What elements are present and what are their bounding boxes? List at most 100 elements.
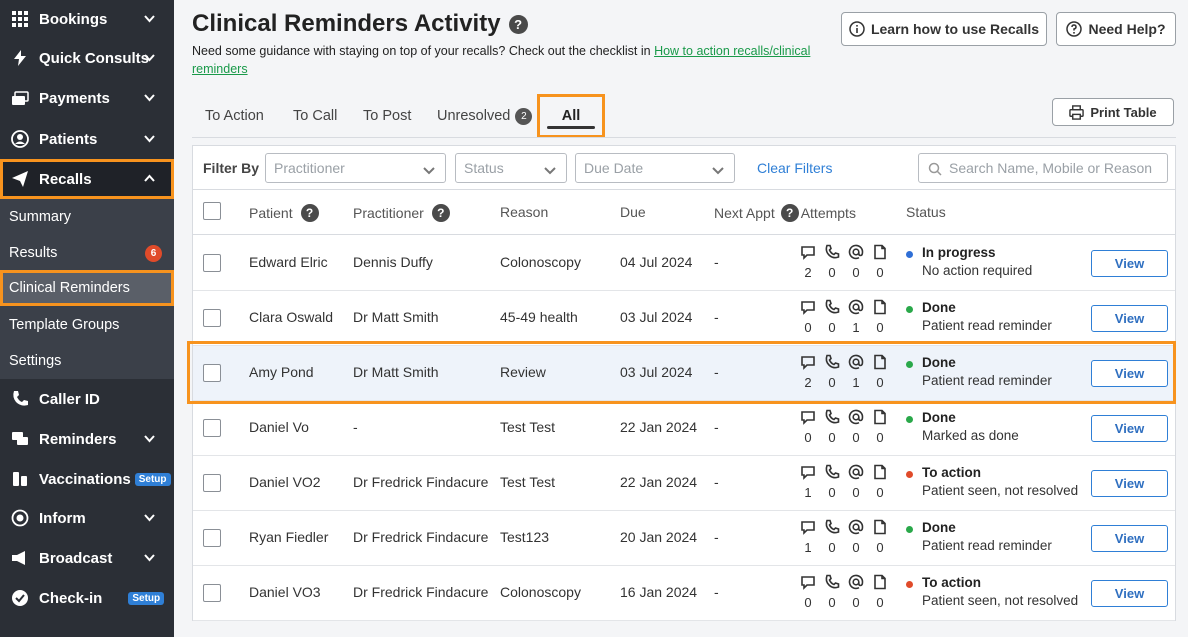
status-dot xyxy=(906,251,913,258)
vaccine-icon xyxy=(10,469,30,489)
nav-check-in[interactable]: Check-in Setup xyxy=(0,578,174,618)
attempt-count: 0 xyxy=(876,375,884,390)
patient-name[interactable]: Daniel Vo xyxy=(249,419,309,435)
status-dot xyxy=(906,471,913,478)
clear-filters-link[interactable]: Clear Filters xyxy=(757,160,832,176)
sub-item-label: Summary xyxy=(9,209,72,225)
attempt-count: 0 xyxy=(828,320,836,335)
sub-item-summary[interactable]: Summary xyxy=(0,199,174,235)
nav-bookings[interactable]: Bookings xyxy=(0,0,174,39)
nav-quick-consults[interactable]: Quick Consults xyxy=(0,38,174,78)
chevron-down-icon xyxy=(143,12,156,25)
nav-caller-id[interactable]: Caller ID xyxy=(0,379,174,419)
col-patient[interactable]: Patient? xyxy=(249,204,319,222)
row-checkbox[interactable] xyxy=(203,364,221,382)
sub-item-template-groups[interactable]: Template Groups xyxy=(0,307,174,343)
nav-broadcast[interactable]: Broadcast xyxy=(0,538,174,578)
table-row[interactable]: Edward Elric Dennis Duffy Colonoscopy 04 Ju… xyxy=(193,236,1175,291)
tab-unresolved[interactable]: Unresolved 2 xyxy=(437,94,533,138)
help-icon[interactable]: ? xyxy=(431,204,450,222)
table-row[interactable]: Clara Oswald Dr Matt Smith 45-49 health 03 … xyxy=(193,291,1175,346)
row-checkbox[interactable] xyxy=(203,309,221,327)
email-at-icon xyxy=(848,244,864,260)
help-icon[interactable]: ? xyxy=(508,14,528,34)
tab-label: To Call xyxy=(293,108,338,124)
col-due[interactable]: Due xyxy=(620,204,646,220)
sub-item-results[interactable]: Results 6 xyxy=(0,235,174,271)
print-table-button[interactable]: Print Table xyxy=(1052,98,1174,126)
status-label: Done xyxy=(922,300,956,315)
status-select[interactable]: Status xyxy=(455,153,567,183)
table-row[interactable]: Daniel VO3 Dr Fredrick Findacure Colonosco… xyxy=(193,566,1175,621)
active-tab-indicator xyxy=(547,126,595,129)
view-button[interactable]: View xyxy=(1091,525,1168,552)
nav-recalls[interactable]: Recalls xyxy=(0,159,174,199)
reason: Test Test xyxy=(500,419,555,435)
reason: Review xyxy=(500,364,546,380)
patient-name[interactable]: Amy Pond xyxy=(249,364,314,380)
phone-icon xyxy=(824,574,840,590)
row-checkbox[interactable] xyxy=(203,584,221,602)
sub-item-settings[interactable]: Settings xyxy=(0,343,174,379)
patient-name[interactable]: Daniel VO3 xyxy=(249,584,321,600)
nav-inform[interactable]: Inform xyxy=(0,498,174,538)
row-checkbox[interactable] xyxy=(203,529,221,547)
view-button[interactable]: View xyxy=(1091,250,1168,277)
chevron-down-icon xyxy=(544,163,556,175)
next-appt: - xyxy=(714,364,719,380)
chevron-up-icon xyxy=(143,172,156,185)
view-button[interactable]: View xyxy=(1091,470,1168,497)
phone-icon xyxy=(824,299,840,315)
help-icon[interactable]: ? xyxy=(300,204,319,222)
nav-reminders[interactable]: Reminders xyxy=(0,419,174,459)
view-button[interactable]: View xyxy=(1091,360,1168,387)
tab-to-call[interactable]: To Call xyxy=(293,94,337,138)
sub-item-clinical-reminders[interactable]: Clinical Reminders xyxy=(0,270,174,306)
col-practitioner[interactable]: Practitioner? xyxy=(353,204,450,222)
nav-vaccinations[interactable]: Vaccinations Setup xyxy=(0,459,174,499)
payment-icon xyxy=(10,88,30,108)
select-all-checkbox[interactable] xyxy=(203,202,221,220)
col-next-appt[interactable]: Next Appt? Attempts xyxy=(714,204,856,222)
view-button[interactable]: View xyxy=(1091,305,1168,332)
nav-patients[interactable]: Patients xyxy=(0,119,174,159)
need-help-button[interactable]: Need Help? xyxy=(1056,12,1176,46)
row-checkbox[interactable] xyxy=(203,474,221,492)
status-dot xyxy=(906,306,913,313)
view-button[interactable]: View xyxy=(1091,580,1168,607)
view-button[interactable]: View xyxy=(1091,415,1168,442)
col-reason[interactable]: Reason xyxy=(500,204,548,220)
tab-label: To Post xyxy=(363,108,412,124)
row-checkbox[interactable] xyxy=(203,419,221,437)
patient-name[interactable]: Edward Elric xyxy=(249,254,328,270)
tab-to-post[interactable]: To Post xyxy=(363,94,411,138)
attempt-count: 1 xyxy=(852,320,860,335)
patient-name[interactable]: Ryan Fiedler xyxy=(249,529,328,545)
help-icon[interactable]: ? xyxy=(780,204,799,222)
row-checkbox[interactable] xyxy=(203,254,221,272)
phone-icon xyxy=(824,244,840,260)
nav-payments[interactable]: Payments xyxy=(0,78,174,118)
sub-item-label: Results xyxy=(9,245,58,261)
status-label: Done xyxy=(922,410,956,425)
search-input[interactable]: Search Name, Mobile or Reason xyxy=(918,153,1168,183)
sidebar: Bookings Quick Consults Payments Patient… xyxy=(0,0,174,637)
filter-by-label: Filter By xyxy=(203,160,260,176)
table-row[interactable]: Daniel Vo - Test Test 22 Jan 2024-0 0 0 0 Done M… xyxy=(193,401,1175,456)
next-appt: - xyxy=(714,254,719,270)
attempt-count: 1 xyxy=(804,540,812,555)
patient-name[interactable]: Clara Oswald xyxy=(249,309,333,325)
megaphone-icon xyxy=(10,548,30,568)
tab-to-action[interactable]: To Action xyxy=(205,94,264,138)
practitioner-select[interactable]: Practitioner xyxy=(265,153,446,183)
chevron-down-icon xyxy=(143,132,156,145)
patient-name[interactable]: Daniel VO2 xyxy=(249,474,321,490)
col-status[interactable]: Status xyxy=(906,204,946,220)
table-row[interactable]: Amy Pond Dr Matt Smith Review 03 Jul 2024 - 2… xyxy=(193,346,1175,401)
learn-recalls-button[interactable]: Learn how to use Recalls xyxy=(841,12,1047,46)
due-date-select[interactable]: Due Date xyxy=(575,153,735,183)
tab-all[interactable]: All xyxy=(537,94,605,138)
table-row[interactable]: Daniel VO2 Dr Fredrick Findacure Test Test… xyxy=(193,456,1175,511)
table-row[interactable]: Ryan Fiedler Dr Fredrick Findacure Test123… xyxy=(193,511,1175,566)
due-date: 04 Jul 2024 xyxy=(620,254,693,270)
